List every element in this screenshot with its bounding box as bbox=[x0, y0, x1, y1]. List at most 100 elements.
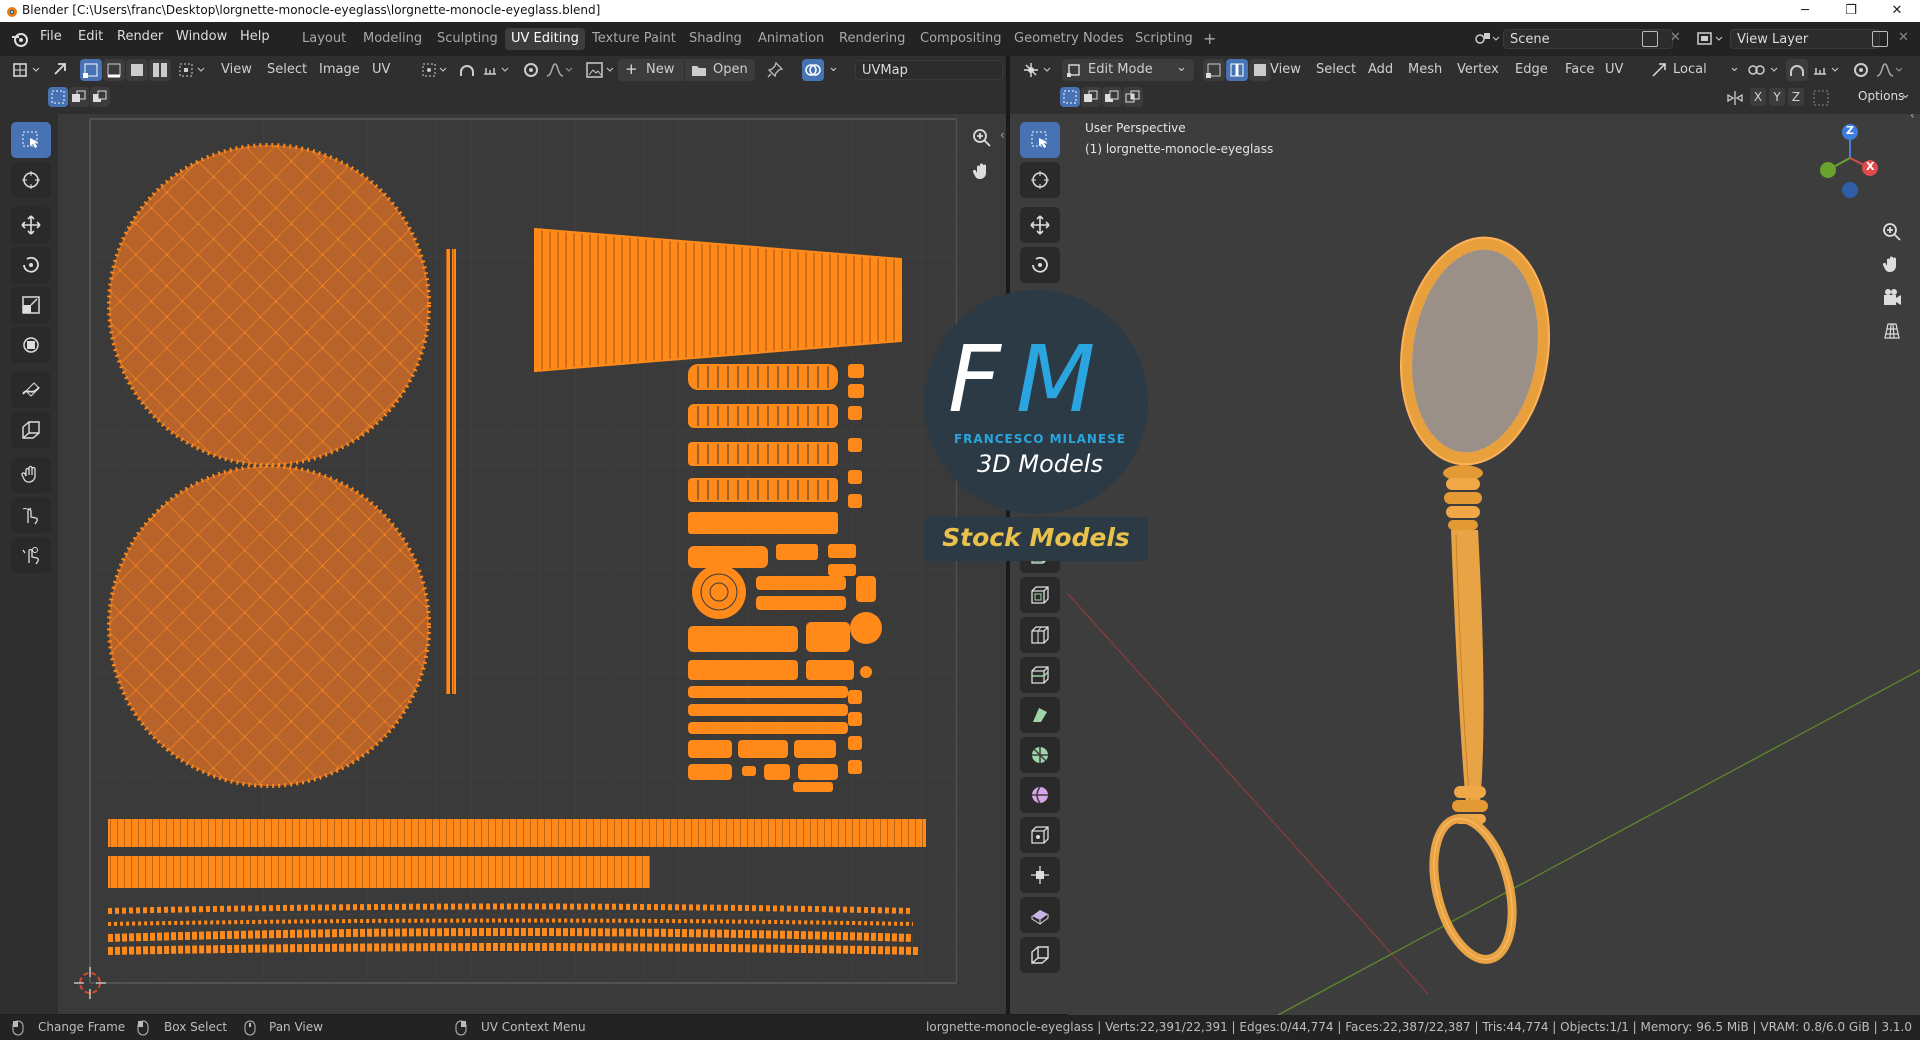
tab-scripting[interactable]: Scripting bbox=[1129, 28, 1199, 50]
relax-tool-icon[interactable] bbox=[11, 497, 51, 533]
rip-tool-icon[interactable] bbox=[11, 412, 51, 448]
select-intersect-3d-icon[interactable] bbox=[1123, 87, 1143, 107]
menu-render[interactable]: Render bbox=[117, 29, 163, 44]
vp-menu-view[interactable]: View bbox=[1270, 59, 1301, 81]
vp-menu-mesh[interactable]: Mesh bbox=[1408, 59, 1442, 81]
knife-tool-icon[interactable] bbox=[1020, 697, 1060, 733]
island-select-mode-icon[interactable] bbox=[149, 59, 171, 81]
snap-3d-icon[interactable] bbox=[1786, 59, 1808, 81]
pivot-point-icon[interactable] bbox=[418, 59, 450, 81]
snap-target-icon[interactable] bbox=[480, 59, 514, 81]
remove-view-layer-icon[interactable]: ✕ bbox=[1898, 30, 1909, 45]
new-image-button[interactable]: + New bbox=[618, 59, 684, 81]
add-workspace-button[interactable]: + bbox=[1197, 28, 1222, 50]
pan-3d-icon[interactable] bbox=[1878, 251, 1906, 279]
close-button[interactable]: ✕ bbox=[1874, 0, 1920, 22]
editor-type-3d-icon[interactable] bbox=[1021, 59, 1055, 81]
new-view-layer-icon[interactable] bbox=[1872, 31, 1888, 47]
sidebar-toggle-icon[interactable]: ‹ bbox=[1000, 128, 1005, 142]
options-dropdown[interactable]: Options ⌄ bbox=[1836, 87, 1911, 107]
mirror-x-toggle[interactable]: X bbox=[1750, 88, 1766, 106]
sidebar-3d-toggle-icon[interactable]: ‹ bbox=[1910, 114, 1915, 122]
tab-compositing[interactable]: Compositing bbox=[914, 28, 1008, 50]
inset-tool-icon[interactable] bbox=[1020, 577, 1060, 613]
select-box-tool-icon[interactable] bbox=[11, 122, 51, 158]
vp-menu-face[interactable]: Face bbox=[1565, 59, 1594, 81]
cursor-3d-tool-icon[interactable] bbox=[1020, 162, 1060, 198]
mirror-z-toggle[interactable]: Z bbox=[1788, 88, 1804, 106]
snap-toggle-icon[interactable] bbox=[456, 59, 478, 81]
edge-slide-tool-icon[interactable] bbox=[1020, 857, 1060, 893]
vp-menu-add[interactable]: Add bbox=[1368, 59, 1393, 81]
zoom-3d-icon[interactable] bbox=[1878, 218, 1906, 246]
tab-animation[interactable]: Animation bbox=[752, 28, 830, 50]
annotate-tool-icon[interactable] bbox=[11, 372, 51, 408]
view-layer-icon[interactable] bbox=[1695, 29, 1725, 49]
blender-menu-icon[interactable] bbox=[10, 29, 30, 49]
menu-file[interactable]: File bbox=[40, 29, 62, 44]
poly-build-tool-icon[interactable] bbox=[1020, 737, 1060, 773]
auto-merge-icon[interactable] bbox=[1812, 89, 1830, 107]
mirror-axis-icon[interactable] bbox=[1726, 89, 1744, 107]
tab-layout[interactable]: Layout bbox=[296, 28, 352, 50]
edge-mode-3d-icon[interactable] bbox=[1226, 59, 1248, 81]
falloff-icon[interactable] bbox=[544, 59, 574, 81]
vp-menu-uv[interactable]: UV bbox=[1605, 59, 1623, 81]
new-scene-icon[interactable] bbox=[1642, 31, 1658, 47]
uv-menu-select[interactable]: Select bbox=[267, 59, 307, 81]
select-box-3d-tool-icon[interactable] bbox=[1020, 122, 1060, 158]
tab-modeling[interactable]: Modeling bbox=[357, 28, 428, 50]
editor-type-icon[interactable] bbox=[10, 59, 44, 81]
vertex-select-mode-icon[interactable] bbox=[80, 59, 102, 81]
menu-help[interactable]: Help bbox=[240, 29, 270, 44]
shrink-fatten-tool-icon[interactable] bbox=[1020, 897, 1060, 933]
pin-icon[interactable] bbox=[764, 59, 786, 81]
transform-orientation-selector[interactable]: Local ⌄ bbox=[1649, 59, 1741, 81]
overlays-dropdown-icon[interactable]: ⌄ bbox=[828, 60, 839, 75]
uv-menu-view[interactable]: View bbox=[221, 59, 252, 81]
open-image-button[interactable]: Open bbox=[685, 59, 755, 81]
bevel-tool-icon[interactable] bbox=[1020, 617, 1060, 653]
vp-menu-vertex[interactable]: Vertex bbox=[1457, 59, 1499, 81]
select-extend-icon[interactable] bbox=[69, 87, 89, 107]
loop-cut-tool-icon[interactable] bbox=[1020, 657, 1060, 693]
zoom-navigate-icon[interactable] bbox=[968, 124, 996, 152]
tab-uv-editing[interactable]: UV Editing bbox=[505, 28, 585, 50]
minimize-button[interactable]: ─ bbox=[1782, 0, 1828, 22]
vp-menu-select[interactable]: Select bbox=[1316, 59, 1356, 81]
select-new-icon[interactable] bbox=[48, 87, 68, 107]
tab-texture-paint[interactable]: Texture Paint bbox=[586, 28, 682, 50]
spin-tool-icon[interactable] bbox=[1020, 777, 1060, 813]
menu-edit[interactable]: Edit bbox=[78, 29, 103, 44]
move-3d-tool-icon[interactable] bbox=[1020, 207, 1060, 243]
rotate-tool-icon[interactable] bbox=[11, 247, 51, 283]
rotate-3d-tool-icon[interactable] bbox=[1020, 247, 1060, 283]
uv-canvas[interactable]: ‹ bbox=[58, 114, 1006, 1014]
select-extend-3d-icon[interactable] bbox=[1081, 87, 1101, 107]
tab-sculpting[interactable]: Sculpting bbox=[431, 28, 504, 50]
camera-view-icon[interactable] bbox=[1878, 284, 1906, 312]
falloff-3d-icon[interactable] bbox=[1874, 59, 1904, 81]
grab-tool-icon[interactable] bbox=[11, 457, 51, 493]
proportional-3d-icon[interactable] bbox=[1850, 59, 1872, 81]
menu-window[interactable]: Window bbox=[176, 29, 227, 44]
maximize-button[interactable]: ❐ bbox=[1828, 0, 1874, 22]
rip-region-tool-icon[interactable] bbox=[1020, 937, 1060, 973]
scene-icon[interactable] bbox=[1472, 29, 1500, 49]
mirror-y-toggle[interactable]: Y bbox=[1769, 88, 1785, 106]
tab-rendering[interactable]: Rendering bbox=[833, 28, 911, 50]
tab-shading[interactable]: Shading bbox=[683, 28, 748, 50]
uv-menu-image[interactable]: Image bbox=[319, 59, 360, 81]
pivot-3d-icon[interactable] bbox=[1746, 59, 1782, 81]
view-layer-field[interactable]: View Layer bbox=[1730, 29, 1880, 49]
viewport-canvas[interactable]: User Perspective (1) lorgnette-monocle-e… bbox=[1068, 114, 1920, 1015]
vertex-mode-3d-icon[interactable] bbox=[1203, 59, 1225, 81]
face-mode-3d-icon[interactable] bbox=[1249, 59, 1271, 81]
image-browse-icon[interactable] bbox=[584, 59, 618, 81]
axis-gizmo[interactable] bbox=[1820, 118, 1890, 204]
select-new-3d-icon[interactable] bbox=[1060, 87, 1080, 107]
select-subtract-3d-icon[interactable] bbox=[1102, 87, 1122, 107]
vp-menu-edge[interactable]: Edge bbox=[1515, 59, 1548, 81]
uv-menu-uv[interactable]: UV bbox=[372, 59, 390, 81]
pinch-tool-icon[interactable] bbox=[11, 537, 51, 573]
